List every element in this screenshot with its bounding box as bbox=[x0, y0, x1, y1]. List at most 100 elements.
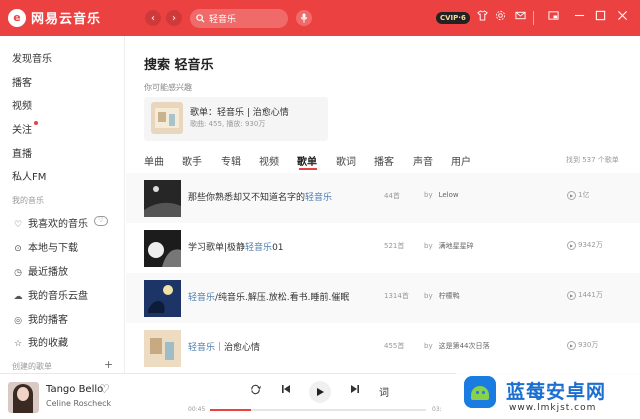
heartbeat-mode-icon[interactable]: ♡ bbox=[94, 216, 108, 226]
microphone-icon bbox=[300, 13, 308, 23]
sidebar-item-cloud[interactable]: ☁ 我的音乐云盘 bbox=[12, 287, 89, 302]
tab-sounds[interactable]: 声音 bbox=[413, 153, 433, 168]
app-name: 网易云音乐 bbox=[31, 12, 102, 27]
play-button[interactable] bbox=[309, 381, 331, 403]
app-logo[interactable]: e 网易云音乐 bbox=[8, 8, 101, 27]
active-tab-indicator bbox=[299, 168, 317, 170]
cloud-icon: ☁ bbox=[13, 292, 23, 302]
maximize-icon[interactable] bbox=[592, 10, 608, 24]
main-content: 搜索 轻音乐 你可能感兴趣 歌单：轻音乐 | 治愈心情 歌曲: 455, 播放:… bbox=[126, 36, 640, 373]
site-watermark: 蓝莓安卓网 www.lmkjst.com bbox=[456, 372, 640, 419]
page-title: 搜索 轻音乐 bbox=[144, 58, 214, 73]
sidebar: 发现音乐 播客 视频 关注 直播 私人FM 我的音乐 ♡ 我喜欢的音乐 ♡ ⊙ 本地… bbox=[0, 36, 125, 373]
created-playlists-header[interactable]: 创建的歌单 bbox=[12, 361, 52, 372]
vip-badge[interactable]: CVIP·6 bbox=[436, 12, 470, 24]
sidebar-item-label: 我喜欢的音乐 bbox=[28, 219, 88, 230]
tab-artists[interactable]: 歌手 bbox=[182, 153, 202, 168]
playlist-creator[interactable]: by Lelow bbox=[424, 191, 459, 199]
suggest-sub: 歌曲: 455, 播放: 930万 bbox=[190, 120, 266, 128]
song-count: 44首 bbox=[384, 192, 400, 200]
playlist-title: 那些你熟悉却又不知道名字的轻音乐 bbox=[188, 193, 333, 203]
table-row[interactable]: 轻音乐/纯音乐.解压.放松.看书.睡前.催眠 1314首 by 柠檬鸭 ▶ 1441… bbox=[126, 273, 640, 323]
shirt-icon[interactable] bbox=[474, 10, 490, 24]
play-count: ▶ 1441万 bbox=[567, 290, 603, 300]
sidebar-item-recent[interactable]: ◷ 最近播放 bbox=[12, 263, 68, 278]
table-row[interactable]: 那些你熟悉却又不知道名字的轻音乐 44首 by Lelow ▶ 1亿 bbox=[126, 173, 640, 223]
play-icon bbox=[317, 388, 324, 396]
table-row[interactable]: 轻音乐｜治愈心情 455首 by 这是第44次日落 ▶ 930万 bbox=[126, 323, 640, 373]
sidebar-item-discover[interactable]: 发现音乐 bbox=[12, 50, 52, 65]
star-icon: ☆ bbox=[13, 339, 23, 349]
back-button[interactable]: ‹ bbox=[145, 10, 161, 26]
playlist-creator[interactable]: by 这是第44次日落 bbox=[424, 341, 490, 351]
play-count: ▶ 1亿 bbox=[567, 190, 589, 200]
play-count-icon: ▶ bbox=[567, 340, 576, 350]
playlist-title: 轻音乐/纯音乐.解压.放松.看书.睡前.催眠 bbox=[188, 293, 350, 303]
suggest-card[interactable]: 歌单：轻音乐 | 治愈心情 歌曲: 455, 播放: 930万 bbox=[144, 97, 328, 141]
play-count-icon: ▶ bbox=[567, 290, 576, 300]
lyrics-button[interactable]: 词 bbox=[377, 384, 391, 399]
playlist-title: 轻音乐｜治愈心情 bbox=[188, 343, 261, 353]
song-count: 1314首 bbox=[384, 292, 409, 300]
playlist-cover bbox=[144, 230, 181, 267]
play-count: ▶ 930万 bbox=[567, 340, 598, 350]
tab-podcasts[interactable]: 播客 bbox=[374, 153, 394, 168]
download-icon: ⊙ bbox=[14, 244, 22, 254]
watermark-title: 蓝莓安卓网 bbox=[506, 381, 607, 403]
suggest-header: 你可能感兴趣 bbox=[144, 83, 192, 92]
mini-mode-icon[interactable] bbox=[545, 10, 561, 24]
close-icon[interactable] bbox=[614, 10, 630, 24]
mail-icon[interactable] bbox=[512, 10, 528, 24]
playlist-cover bbox=[144, 330, 181, 367]
playlist-creator[interactable]: by 满地星星碎 bbox=[424, 241, 474, 251]
forward-button[interactable]: › bbox=[166, 10, 182, 26]
minimize-icon[interactable] bbox=[571, 10, 587, 24]
song-count: 455首 bbox=[384, 342, 405, 350]
song-count: 521首 bbox=[384, 242, 405, 250]
tab-videos[interactable]: 视频 bbox=[259, 153, 279, 168]
create-playlist-button[interactable]: + bbox=[104, 358, 113, 371]
previous-track-icon[interactable] bbox=[279, 384, 293, 397]
title-bar: e 网易云音乐 ‹ › CVIP·6 bbox=[0, 0, 640, 36]
sidebar-item-label: 关注 bbox=[12, 125, 32, 136]
sidebar-item-fm[interactable]: 私人FM bbox=[12, 168, 46, 183]
now-playing-cover[interactable] bbox=[8, 382, 39, 413]
sidebar-item-label: 我的播客 bbox=[28, 315, 68, 326]
tab-playlists[interactable]: 歌单 bbox=[297, 153, 317, 168]
gear-icon[interactable] bbox=[492, 10, 508, 24]
playlist-title: 学习歌单|极静轻音乐01 bbox=[188, 243, 284, 253]
like-heart-icon[interactable]: ♡ bbox=[99, 382, 110, 396]
search-input[interactable] bbox=[209, 13, 279, 24]
sidebar-item-liked[interactable]: ♡ 我喜欢的音乐 bbox=[12, 215, 88, 230]
playlist-cover bbox=[144, 180, 181, 217]
notification-dot bbox=[34, 121, 38, 125]
sidebar-item-podcast[interactable]: 播客 bbox=[12, 74, 32, 89]
sidebar-item-my-podcast[interactable]: ◎ 我的播客 bbox=[12, 311, 68, 326]
table-row[interactable]: 学习歌单|极静轻音乐01 521首 by 满地星星碎 ▶ 9342万 bbox=[126, 223, 640, 273]
playlist-cover bbox=[144, 280, 181, 317]
tab-albums[interactable]: 专辑 bbox=[221, 153, 241, 168]
next-track-icon[interactable] bbox=[348, 384, 362, 397]
tab-users[interactable]: 用户 bbox=[451, 153, 471, 168]
netease-logo-icon: e bbox=[8, 8, 26, 27]
sidebar-item-local[interactable]: ⊙ 本地与下载 bbox=[12, 239, 78, 254]
heart-icon: ♡ bbox=[13, 220, 23, 230]
tab-lyrics[interactable]: 歌词 bbox=[336, 153, 356, 168]
site-logo-icon bbox=[464, 376, 496, 408]
sidebar-item-live[interactable]: 直播 bbox=[12, 145, 32, 160]
track-artist[interactable]: Celine Roscheck bbox=[46, 399, 111, 408]
voice-search-button[interactable] bbox=[296, 10, 312, 26]
loop-mode-icon[interactable] bbox=[248, 384, 262, 398]
progress-bar[interactable] bbox=[210, 409, 426, 411]
result-tabs: 单曲 歌手 专辑 视频 歌单 歌词 播客 声音 用户 bbox=[144, 153, 624, 170]
my-music-header: 我的音乐 bbox=[12, 196, 44, 205]
tab-songs[interactable]: 单曲 bbox=[144, 153, 164, 168]
track-title[interactable]: Tango Bello bbox=[46, 384, 103, 395]
divider bbox=[533, 11, 534, 25]
playlist-creator[interactable]: by 柠檬鸭 bbox=[424, 291, 460, 301]
search-box[interactable] bbox=[190, 9, 288, 28]
sidebar-item-follow[interactable]: 关注 bbox=[12, 121, 38, 136]
sidebar-item-collection[interactable]: ☆ 我的收藏 bbox=[12, 334, 68, 349]
sidebar-item-video[interactable]: 视频 bbox=[12, 97, 32, 112]
progress-fill bbox=[210, 409, 252, 411]
